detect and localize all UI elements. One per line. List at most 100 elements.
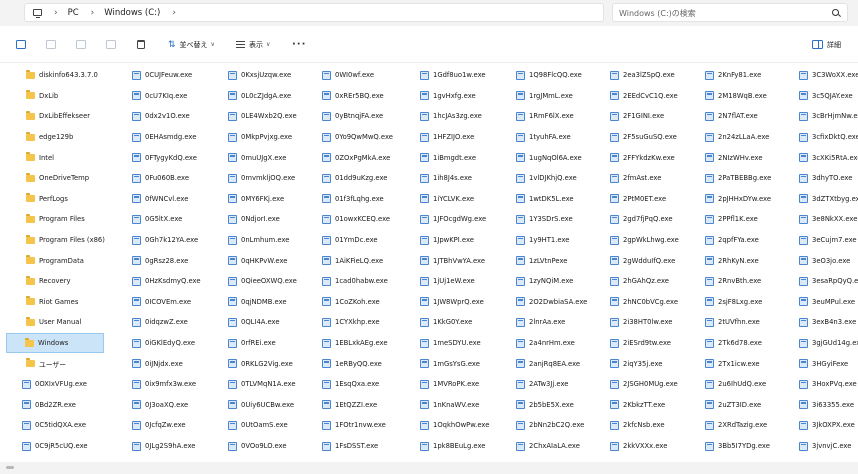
folder-item[interactable]: OneDriveTemp (24, 168, 89, 189)
file-item[interactable]: 0L0cZJdgA.exe (228, 86, 291, 107)
file-item[interactable]: 0QLI4A.exe (228, 312, 280, 333)
file-item[interactable]: 1RmF6lX.exe (516, 106, 574, 127)
file-item[interactable]: 0HzKsdmyQ.exe (132, 271, 201, 292)
folder-item[interactable]: Intel (24, 147, 54, 168)
file-item[interactable]: 1wtDK5L.exe (516, 189, 574, 210)
file-item[interactable]: 0MY6FKj.exe (228, 189, 284, 210)
file-item[interactable]: 2Tx1icw.exe (705, 353, 760, 374)
file-item[interactable]: 0C9jR5cUQ.exe (22, 436, 88, 457)
file-item[interactable]: 1pk8BEuLg.exe (420, 436, 485, 457)
file-item[interactable]: 0ZOxPgMkA.exe (322, 147, 390, 168)
file-item[interactable]: 0G5ltX.exe (132, 209, 182, 230)
file-item[interactable]: 1Y3SDrS.exe (516, 209, 573, 230)
breadcrumb-pc[interactable]: PC (68, 8, 79, 18)
file-item[interactable]: 1iBmgdt.exe (420, 147, 476, 168)
file-item[interactable]: 0JcfqZw.exe (132, 415, 186, 436)
file-item[interactable]: 0Gh7k12YA.exe (132, 230, 198, 251)
file-item[interactable]: 0dx2v1O.exe (132, 106, 190, 127)
file-item[interactable]: 1OqkhOwPw.exe (420, 415, 489, 436)
file-item[interactable]: 1CYXkhp.exe (322, 312, 380, 333)
file-item[interactable]: 0KxsjUzqw.exe (228, 65, 291, 86)
file-item[interactable]: 1tyuhFA.exe (516, 127, 571, 148)
file-item[interactable]: 0ICOVEm.exe (132, 292, 191, 313)
file-item[interactable]: 1ugNqOl6A.exe (516, 147, 582, 168)
file-item[interactable]: 2ea3lZSpQ.exe (610, 65, 675, 86)
horizontal-scrollbar[interactable] (0, 462, 858, 474)
file-item[interactable]: 0idqzwZ.exe (132, 312, 188, 333)
file-item[interactable]: 0Bd2ZR.exe (22, 395, 76, 416)
file-item[interactable]: 2kkVXXx.exe (610, 436, 667, 457)
file-item[interactable]: 3dhyTO.exe (799, 168, 852, 189)
file-item[interactable]: 1mGsYsG.exe (420, 353, 480, 374)
file-item[interactable]: 2i38HT0lw.exe (610, 312, 673, 333)
share-button[interactable] (106, 38, 116, 51)
file-item[interactable]: 0fWNCvl.exe (132, 189, 188, 210)
file-item[interactable]: 2gd7fjPqQ.exe (610, 209, 673, 230)
file-item[interactable]: 2Tk6d78.exe (705, 333, 762, 354)
file-item[interactable]: 0JLg2S9hA.exe (132, 436, 195, 457)
file-item[interactable]: 2tUVfhn.exe (705, 312, 760, 333)
file-item[interactable]: 2JSGH0MUg.exe (610, 374, 678, 395)
folder-item[interactable]: ProgramData (24, 250, 84, 271)
file-item[interactable]: 1JTBhVwYA.exe (420, 250, 485, 271)
file-item[interactable]: 1FOtr1nvw.exe (322, 415, 386, 436)
file-item[interactable]: 2lnrAa.exe (516, 312, 565, 333)
file-item[interactable]: 1nKnaWV.exe (420, 395, 479, 416)
file-item[interactable]: 2RnvBth.exe (705, 271, 761, 292)
folder-item[interactable]: Program Files (x86) (24, 230, 105, 251)
file-item[interactable]: 0EHAsmdg.exe (132, 127, 196, 148)
file-item[interactable]: 2fmAst.exe (610, 168, 661, 189)
file-item[interactable]: 0qHKPvW.exe (228, 250, 288, 271)
file-item[interactable]: 3dZTXtbyg.exe (799, 189, 858, 210)
folder-item[interactable]: DxLib (24, 86, 58, 107)
file-item[interactable]: 0RKLG2Vig.exe (228, 353, 293, 374)
file-item[interactable]: 2ATw3Jj.exe (516, 374, 568, 395)
file-item[interactable]: 0rfREi.exe (228, 333, 276, 354)
file-item[interactable]: 0WI0wf.exe (322, 65, 374, 86)
file-item[interactable]: 1jUj1eW.exe (420, 271, 475, 292)
file-item[interactable]: 3HoxPVq.exe (799, 374, 857, 395)
file-item[interactable]: 0TLVMqN1A.exe (228, 374, 296, 395)
rename-button[interactable] (76, 38, 86, 51)
file-item[interactable]: 2PPfl1K.exe (705, 209, 758, 230)
file-item[interactable]: 1cad0habw.exe (322, 271, 388, 292)
file-item[interactable]: 0UtOamS.exe (228, 415, 288, 436)
details-pane-button[interactable]: 詳細 (812, 38, 841, 51)
file-item[interactable]: 0NdjorI.exe (228, 209, 280, 230)
folder-item[interactable]: User Manual (24, 312, 81, 333)
file-item[interactable]: 1EtQZZI.exe (322, 395, 377, 416)
file-item[interactable]: 2iESrd9tw.exe (610, 333, 671, 354)
copy-button[interactable] (16, 38, 26, 51)
file-item[interactable]: 1zLVtnPexe (516, 250, 567, 271)
file-item[interactable]: 2EEdCvC1Q.exe (610, 86, 678, 107)
file-item[interactable]: 2N7flAT.exe (705, 106, 758, 127)
file-item[interactable]: 0cU7KIq.exe (132, 86, 187, 107)
file-item[interactable]: 2hGAhQz.exe (610, 271, 669, 292)
file-item[interactable]: 0nLmhum.exe (228, 230, 290, 251)
file-item[interactable]: 1JW8WprQ.exe (420, 292, 484, 313)
file-item[interactable]: 2pJHHxDYw.exe (705, 189, 771, 210)
file-item[interactable]: 2NIzWHv.exe (705, 147, 763, 168)
scrollbar-thumb[interactable] (6, 466, 14, 469)
file-item[interactable]: 2a4nrHm.exe (516, 333, 575, 354)
file-item[interactable]: 1JFOcgdWg.exe (420, 209, 486, 230)
file-item[interactable]: 1iYCLVK.exe (420, 189, 474, 210)
file-item[interactable]: 2iqY35j.exe (610, 353, 662, 374)
file-item[interactable]: 1EBLxkAEg.exe (322, 333, 388, 354)
file-item[interactable]: 2qpfFYa.exe (705, 230, 759, 251)
address-bar[interactable]: › PC › Windows (C:) › (24, 3, 604, 22)
more-options-button[interactable]: ··· (292, 38, 306, 51)
file-item[interactable]: 0mvmkljOQ.exe (228, 168, 295, 189)
file-item[interactable]: 1FsDSST.exe (322, 436, 378, 457)
file-item[interactable]: 0CUJFeuw.exe (132, 65, 192, 86)
file-item[interactable]: 3C3WoXX.exe (799, 65, 858, 86)
file-item[interactable]: 0Fu060B.exe (132, 168, 189, 189)
file-item[interactable]: 2gpWkLhwg.exe (610, 230, 679, 251)
file-item[interactable]: 0yBtnqjFA.exe (322, 106, 383, 127)
breadcrumb-separator[interactable]: › (172, 8, 176, 18)
file-item[interactable]: 2kfcNsb.exe (610, 415, 665, 436)
file-item[interactable]: 0Yo9QwMwQ.exe (322, 127, 393, 148)
folder-item[interactable]: DxLibEffekseer (24, 106, 90, 127)
file-item[interactable]: 0iJNjdx.exe (132, 353, 183, 374)
file-item[interactable]: 3JkOXPX.exe (799, 415, 855, 436)
